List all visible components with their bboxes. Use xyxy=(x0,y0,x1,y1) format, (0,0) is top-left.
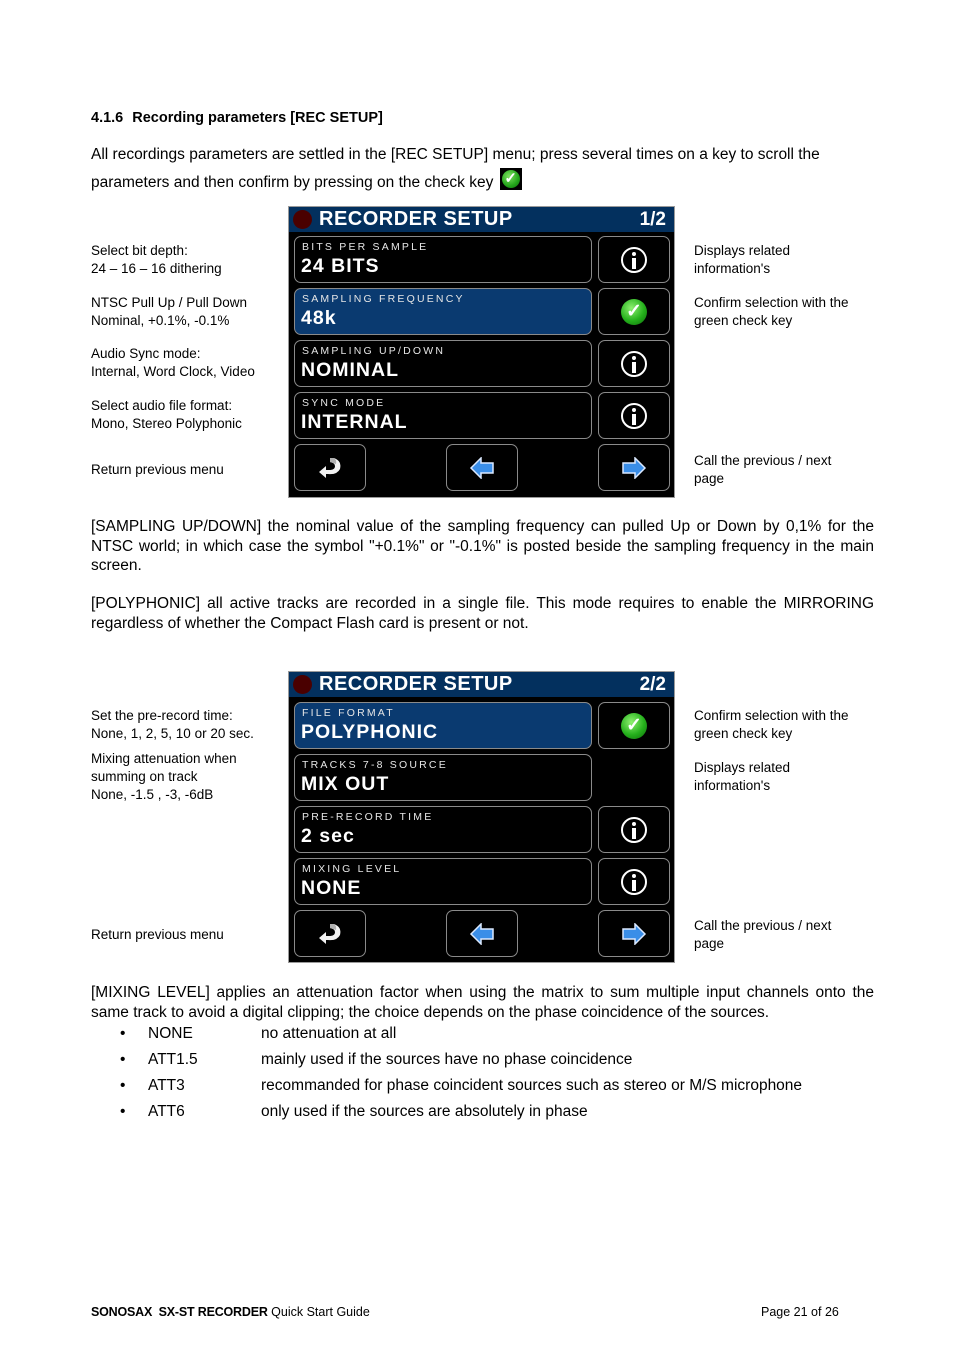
info-icon xyxy=(621,402,647,429)
screen-title: RECORDER SETUP xyxy=(319,673,513,695)
param-label: TRACKS 7-8 SOURCE xyxy=(302,759,448,771)
section-title: Recording parameters [REC SETUP] xyxy=(132,110,383,126)
green-check-icon: ✓ xyxy=(499,168,522,190)
param-bits-per-sample[interactable]: BITS PER SAMPLE 24 BITS xyxy=(294,236,592,283)
param-sync-mode[interactable]: SYNC MODE INTERNAL xyxy=(294,392,592,439)
confirm-button[interactable]: ✓ xyxy=(598,288,670,335)
param-value: 24 BITS xyxy=(301,255,380,277)
option-term: NONE xyxy=(148,1025,193,1042)
screen-title: RECORDER SETUP xyxy=(319,208,513,230)
note-sync-mode: Audio Sync mode: Internal, Word Clock, V… xyxy=(91,346,255,379)
param-sampling-up-down[interactable]: SAMPLING UP/DOWN NOMINAL xyxy=(294,340,592,387)
check-icon: ✓ xyxy=(621,298,647,325)
return-icon xyxy=(319,457,341,478)
bullet: • xyxy=(120,1051,126,1068)
note-return: Return previous menu xyxy=(91,462,224,477)
footer-brand: SONOSAX SX-ST RECORDER xyxy=(91,1305,268,1319)
record-indicator-icon xyxy=(293,210,312,229)
info-button[interactable] xyxy=(598,392,670,439)
page-indicator: 2/2 xyxy=(639,674,666,695)
info-button[interactable] xyxy=(598,236,670,283)
param-mixing-level[interactable]: MIXING LEVEL NONE xyxy=(294,858,592,905)
screen-titlebar: RECORDER SETUP 1/2 xyxy=(289,207,674,232)
info-icon xyxy=(621,350,647,377)
bullet: • xyxy=(120,1077,126,1094)
param-value: 48k xyxy=(301,307,337,329)
info-button[interactable] xyxy=(598,340,670,387)
footer-left: SONOSAX SX-ST RECORDER Quick Start Guide xyxy=(91,1305,370,1319)
previous-page-button[interactable] xyxy=(446,444,518,491)
param-pre-record-time[interactable]: PRE-RECORD TIME 2 sec xyxy=(294,806,592,853)
paragraph-mixing-level: [MIXING LEVEL] applies an attenuation fa… xyxy=(91,984,874,1021)
arrow-left-icon xyxy=(469,922,494,945)
param-label: FILE FORMAT xyxy=(302,707,395,719)
footer-doc-title: Quick Start Guide xyxy=(267,1305,370,1319)
param-file-format[interactable]: FILE FORMAT POLYPHONIC xyxy=(294,702,592,749)
paragraph-sampling-up-down: [SAMPLING UP/DOWN] the nominal value of … xyxy=(91,518,874,574)
param-label: PRE-RECORD TIME xyxy=(302,811,434,823)
note-mixing-attenuation: Mixing attenuation when summing on track… xyxy=(91,751,237,802)
note-info: Displays related information's xyxy=(694,243,791,276)
previous-page-button[interactable] xyxy=(446,910,518,957)
note-pre-record: Set the pre-record time: None, 1, 2, 5, … xyxy=(91,708,254,741)
param-label: BITS PER SAMPLE xyxy=(302,241,429,253)
option-term: ATT3 xyxy=(148,1077,185,1094)
arrow-right-icon xyxy=(622,922,647,945)
note-prev-next: Call the previous / next page xyxy=(694,453,832,486)
note-confirm: Confirm selection with the green check k… xyxy=(694,708,849,741)
paragraph-polyphonic: [POLYPHONIC] all active tracks are recor… xyxy=(91,595,874,632)
info-icon xyxy=(621,868,647,895)
param-label: SAMPLING UP/DOWN xyxy=(302,345,446,357)
return-icon xyxy=(319,923,341,944)
page-indicator: 1/2 xyxy=(639,209,666,230)
option-term: ATT6 xyxy=(148,1103,185,1120)
param-sampling-frequency[interactable]: SAMPLING FREQUENCY 48k xyxy=(294,288,592,335)
section-heading: 4.1.6 Recording parameters [REC SETUP] xyxy=(91,110,383,126)
check-icon: ✓ xyxy=(621,712,647,739)
footer-page-number: Page 21 of 26 xyxy=(761,1305,839,1319)
return-button[interactable] xyxy=(294,910,366,957)
info-icon xyxy=(621,816,647,843)
screen-titlebar: RECORDER SETUP 2/2 xyxy=(289,672,674,697)
option-term: ATT1.5 xyxy=(148,1051,198,1068)
info-button[interactable] xyxy=(598,806,670,853)
note-confirm: Confirm selection with the green check k… xyxy=(694,295,849,328)
info-button[interactable] xyxy=(598,858,670,905)
option-description: only used if the sources are absolutely … xyxy=(261,1103,588,1120)
param-value: 2 sec xyxy=(301,825,355,847)
note-info: Displays related information's xyxy=(694,760,791,793)
note-prev-next: Call the previous / next page xyxy=(694,918,832,951)
section-number: 4.1.6 xyxy=(91,110,124,126)
return-button[interactable] xyxy=(294,444,366,491)
param-value: POLYPHONIC xyxy=(301,721,439,743)
note-file-format: Select audio file format: Mono, Stereo P… xyxy=(91,398,242,431)
info-icon xyxy=(621,246,647,273)
note-bit-depth: Select bit depth: 24 – 16 – 16 dithering xyxy=(91,243,222,276)
param-value: NOMINAL xyxy=(301,359,399,381)
next-page-button[interactable] xyxy=(598,444,670,491)
param-tracks-7-8-source[interactable]: TRACKS 7-8 SOURCE MIX OUT xyxy=(294,754,592,801)
param-label: SAMPLING FREQUENCY xyxy=(302,293,465,305)
param-label: MIXING LEVEL xyxy=(302,863,402,875)
bullet: • xyxy=(120,1025,126,1042)
param-value: INTERNAL xyxy=(301,411,408,433)
recorder-setup-screen-1: RECORDER SETUP 1/2 BITS PER SAMPLE 24 BI… xyxy=(288,206,675,498)
confirm-button[interactable]: ✓ xyxy=(598,702,670,749)
next-page-button[interactable] xyxy=(598,910,670,957)
option-description: mainly used if the sources have no phase… xyxy=(261,1051,633,1068)
record-indicator-icon xyxy=(293,675,312,694)
note-pull-up-down: NTSC Pull Up / Pull Down Nominal, +0.1%,… xyxy=(91,295,248,328)
intro-paragraph: All recordings parameters are settled in… xyxy=(91,142,871,196)
option-description: recommanded for phase coincident sources… xyxy=(261,1077,803,1094)
recorder-setup-screen-2: RECORDER SETUP 2/2 FILE FORMAT POLYPHONI… xyxy=(288,671,675,963)
param-value: NONE xyxy=(301,877,362,899)
arrow-right-icon xyxy=(622,456,647,479)
arrow-left-icon xyxy=(469,456,494,479)
param-value: MIX OUT xyxy=(301,773,390,795)
bullet: • xyxy=(120,1103,126,1120)
option-description: no attenuation at all xyxy=(261,1025,397,1042)
param-label: SYNC MODE xyxy=(302,397,386,409)
intro-text: All recordings parameters are settled in… xyxy=(91,146,820,191)
note-return: Return previous menu xyxy=(91,927,224,942)
